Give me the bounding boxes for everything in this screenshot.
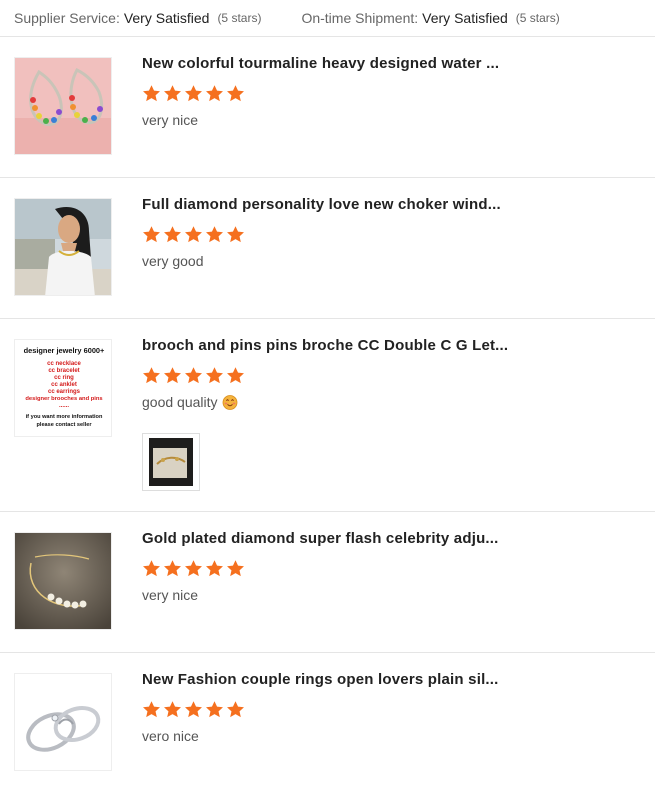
star-icon <box>227 367 244 384</box>
rating-stars-count: (5 stars) <box>217 11 262 25</box>
catalog-item: cc necklace <box>47 361 81 367</box>
star-icon <box>206 367 223 384</box>
star-icon <box>164 367 181 384</box>
catalog-item: cc bracelet <box>48 368 79 374</box>
product-title-link[interactable]: New colorful tourmaline heavy designed w… <box>142 55 522 72</box>
product-thumbnail[interactable] <box>14 57 112 155</box>
catalog-item: ...... <box>59 403 69 409</box>
comment-text: very nice <box>142 112 199 128</box>
product-thumbnail[interactable] <box>14 532 112 630</box>
catalog-footer: if you want more information <box>26 414 103 420</box>
rings-image <box>15 674 111 770</box>
review-comment: very good <box>142 253 203 269</box>
product-title-link[interactable]: Full diamond personality love new choker… <box>142 196 522 213</box>
star-icon <box>143 367 160 384</box>
catalog-heading: designer jewelry 6000+ <box>24 346 105 355</box>
comment-text: vero nice <box>142 728 199 744</box>
star-icon <box>206 560 223 577</box>
review-stars <box>142 84 245 103</box>
product-thumbnail[interactable] <box>14 198 112 296</box>
product-thumbnail[interactable]: designer jewelry 6000+ cc necklace cc br… <box>14 339 112 437</box>
star-icon <box>164 701 181 718</box>
bracelet-image <box>15 533 111 629</box>
review-stars <box>142 366 245 385</box>
seller-ratings-bar: Supplier Service: Very Satisfied (5 star… <box>0 0 655 37</box>
star-icon <box>185 701 202 718</box>
review-item: Full diamond personality love new choker… <box>0 178 655 319</box>
review-comment: very nice <box>142 112 198 128</box>
star-icon <box>185 560 202 577</box>
review-photo-thumbnail[interactable] <box>142 433 200 491</box>
rating-stars-count: (5 stars) <box>515 11 560 25</box>
star-icon <box>227 701 244 718</box>
catalog-text-image: designer jewelry 6000+ cc necklace cc br… <box>15 340 111 436</box>
product-thumbnail[interactable] <box>14 673 112 771</box>
star-icon <box>185 85 202 102</box>
catalog-item: cc earrings <box>48 389 81 395</box>
star-icon <box>164 226 181 243</box>
star-icon <box>227 85 244 102</box>
product-title-link[interactable]: New Fashion couple rings open lovers pla… <box>142 671 522 688</box>
review-item: New colorful tourmaline heavy designed w… <box>0 37 655 178</box>
star-icon <box>206 226 223 243</box>
comment-text: very nice <box>142 587 199 603</box>
review-photo-image <box>149 438 193 486</box>
review-stars <box>142 225 245 244</box>
model-photo-image <box>15 199 111 295</box>
catalog-item: designer brooches and pins <box>25 396 102 402</box>
review-comment: good quality <box>142 394 238 410</box>
star-icon <box>227 226 244 243</box>
rating-label: Supplier Service: <box>14 10 120 26</box>
supplier-service-rating: Supplier Service: Very Satisfied (5 star… <box>14 10 261 26</box>
product-title-link[interactable]: Gold plated diamond super flash celebrit… <box>142 530 522 547</box>
earrings-image <box>15 58 111 154</box>
comment-text: very good <box>142 253 204 269</box>
rating-value: Very Satisfied <box>422 10 508 26</box>
review-item: New Fashion couple rings open lovers pla… <box>0 653 655 793</box>
on-time-shipment-rating: On-time Shipment: Very Satisfied (5 star… <box>301 10 559 26</box>
review-item: designer jewelry 6000+ cc necklace cc br… <box>0 319 655 512</box>
review-stars <box>142 559 245 578</box>
catalog-footer: please contact seller <box>36 422 92 428</box>
product-title-link[interactable]: brooch and pins pins broche CC Double C … <box>142 337 522 354</box>
catalog-item: cc anklet <box>51 382 77 388</box>
star-icon <box>227 560 244 577</box>
review-comment: very nice <box>142 587 198 603</box>
review-stars <box>142 700 245 719</box>
rating-label: On-time Shipment: <box>301 10 419 26</box>
star-icon <box>143 560 160 577</box>
catalog-item: cc ring <box>54 375 74 381</box>
star-icon <box>185 367 202 384</box>
star-icon <box>206 701 223 718</box>
review-comment: vero nice <box>142 728 199 744</box>
review-item: Gold plated diamond super flash celebrit… <box>0 512 655 653</box>
star-icon <box>185 226 202 243</box>
star-icon <box>143 701 160 718</box>
comment-text: good quality <box>142 394 218 410</box>
smiling-face-icon <box>222 395 237 410</box>
star-icon <box>143 85 160 102</box>
star-icon <box>143 226 160 243</box>
star-icon <box>206 85 223 102</box>
star-icon <box>164 85 181 102</box>
rating-value: Very Satisfied <box>123 10 210 26</box>
star-icon <box>164 560 181 577</box>
